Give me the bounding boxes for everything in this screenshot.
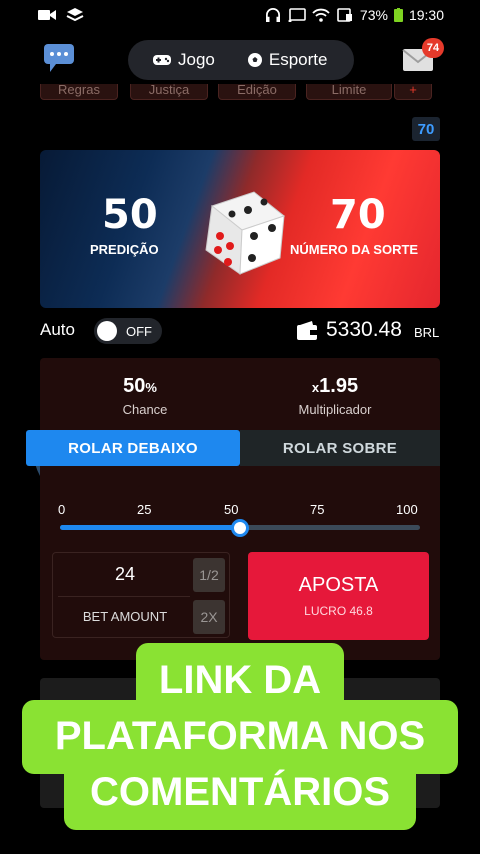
tab-esporte[interactable]: Esporte xyxy=(231,50,344,70)
tab-justica[interactable]: Justiça xyxy=(130,84,208,100)
app-header: Jogo Esporte 74 xyxy=(0,36,480,84)
promo-line-2: PLATAFORMA NOS xyxy=(54,714,426,758)
slider-tick-25: 25 xyxy=(137,502,152,517)
last-result-badge: 70 xyxy=(412,117,440,141)
clock: 19:30 xyxy=(408,7,444,23)
auto-state: OFF xyxy=(126,323,152,339)
chance-value: 50% xyxy=(123,375,157,397)
signal-icon xyxy=(337,8,352,22)
multiplier-value: x1.95 xyxy=(311,375,359,397)
roll-over-button[interactable]: ROLAR SOBRE xyxy=(240,430,440,466)
place-bet-label: APOSTA xyxy=(298,574,379,596)
lucky-number-value: 70 xyxy=(330,192,386,238)
tab-esporte-label: Esporte xyxy=(268,50,328,69)
prediction-slider-fill xyxy=(60,525,240,530)
cast-icon xyxy=(288,8,306,22)
double-bet-button[interactable]: 2X xyxy=(193,600,225,634)
promo-text: LINK DA PLATAFORMA NOS COMENTÁRIOS xyxy=(22,652,458,820)
soccer-ball-icon xyxy=(247,53,262,67)
toggle-knob xyxy=(97,321,117,341)
tab-edicao[interactable]: Edição xyxy=(218,84,296,100)
wallet-currency: BRL xyxy=(414,325,440,340)
promo-line-1: LINK DA xyxy=(158,658,322,702)
tab-more[interactable]: + xyxy=(394,84,432,100)
tab-limite[interactable]: Limite xyxy=(306,84,392,100)
battery-level: 73% xyxy=(359,7,388,23)
dice-icon xyxy=(205,191,286,275)
prediction-slider-thumb[interactable] xyxy=(231,519,249,537)
dice-result-card: 50 PREDIÇÃO 70 NÚMERO DA SORTE xyxy=(40,150,440,308)
bet-amount-input[interactable]: 24 xyxy=(62,564,188,585)
profit-label: LUCRO 46.8 xyxy=(304,604,373,618)
battery-icon xyxy=(393,8,403,22)
video-camera-icon xyxy=(38,10,56,20)
tab-regras[interactable]: Regras xyxy=(40,84,118,100)
roll-direction-tabs: ROLAR DEBAIXO ROLAR SOBRE xyxy=(26,430,440,466)
roll-under-button[interactable]: ROLAR DEBAIXO xyxy=(26,430,240,466)
auto-toggle[interactable]: OFF xyxy=(94,318,162,344)
prediction-value: 50 xyxy=(102,192,158,238)
slider-tick-50: 50 xyxy=(224,502,239,517)
game-sport-switch: Jogo Esporte xyxy=(128,40,354,80)
divider xyxy=(58,596,190,597)
status-bar: 73% 19:30 xyxy=(0,0,480,30)
chat-bubble-icon[interactable] xyxy=(42,42,78,76)
gamepad-icon xyxy=(153,55,171,65)
slider-tick-100: 100 xyxy=(396,502,418,517)
prediction-label: PREDIÇÃO xyxy=(90,242,159,257)
tab-jogo[interactable]: Jogo xyxy=(136,50,231,70)
layers-icon xyxy=(66,8,84,22)
multiplier-label: Multiplicador xyxy=(298,402,372,417)
place-bet-button[interactable]: APOSTA LUCRO 46.8 xyxy=(248,552,429,640)
wallet-balance: 5330.48 xyxy=(326,318,402,341)
wifi-icon xyxy=(312,8,330,22)
mail-badge: 74 xyxy=(422,38,444,58)
bet-amount-label: BET AMOUNT xyxy=(82,609,168,624)
slider-tick-75: 75 xyxy=(310,502,325,517)
promo-line-3: COMENTÁRIOS xyxy=(90,770,390,814)
chance-label: Chance xyxy=(122,402,168,417)
slider-tick-0: 0 xyxy=(58,502,66,517)
game-info-tabs: Regras Justiça Edição Limite + xyxy=(40,84,440,102)
wallet-icon xyxy=(297,321,317,340)
lucky-number-label: NÚMERO DA SORTE xyxy=(290,242,419,257)
half-bet-button[interactable]: 1/2 xyxy=(193,558,225,592)
auto-label: Auto xyxy=(40,320,75,339)
tab-jogo-label: Jogo xyxy=(178,50,215,69)
headphones-icon xyxy=(265,8,280,22)
